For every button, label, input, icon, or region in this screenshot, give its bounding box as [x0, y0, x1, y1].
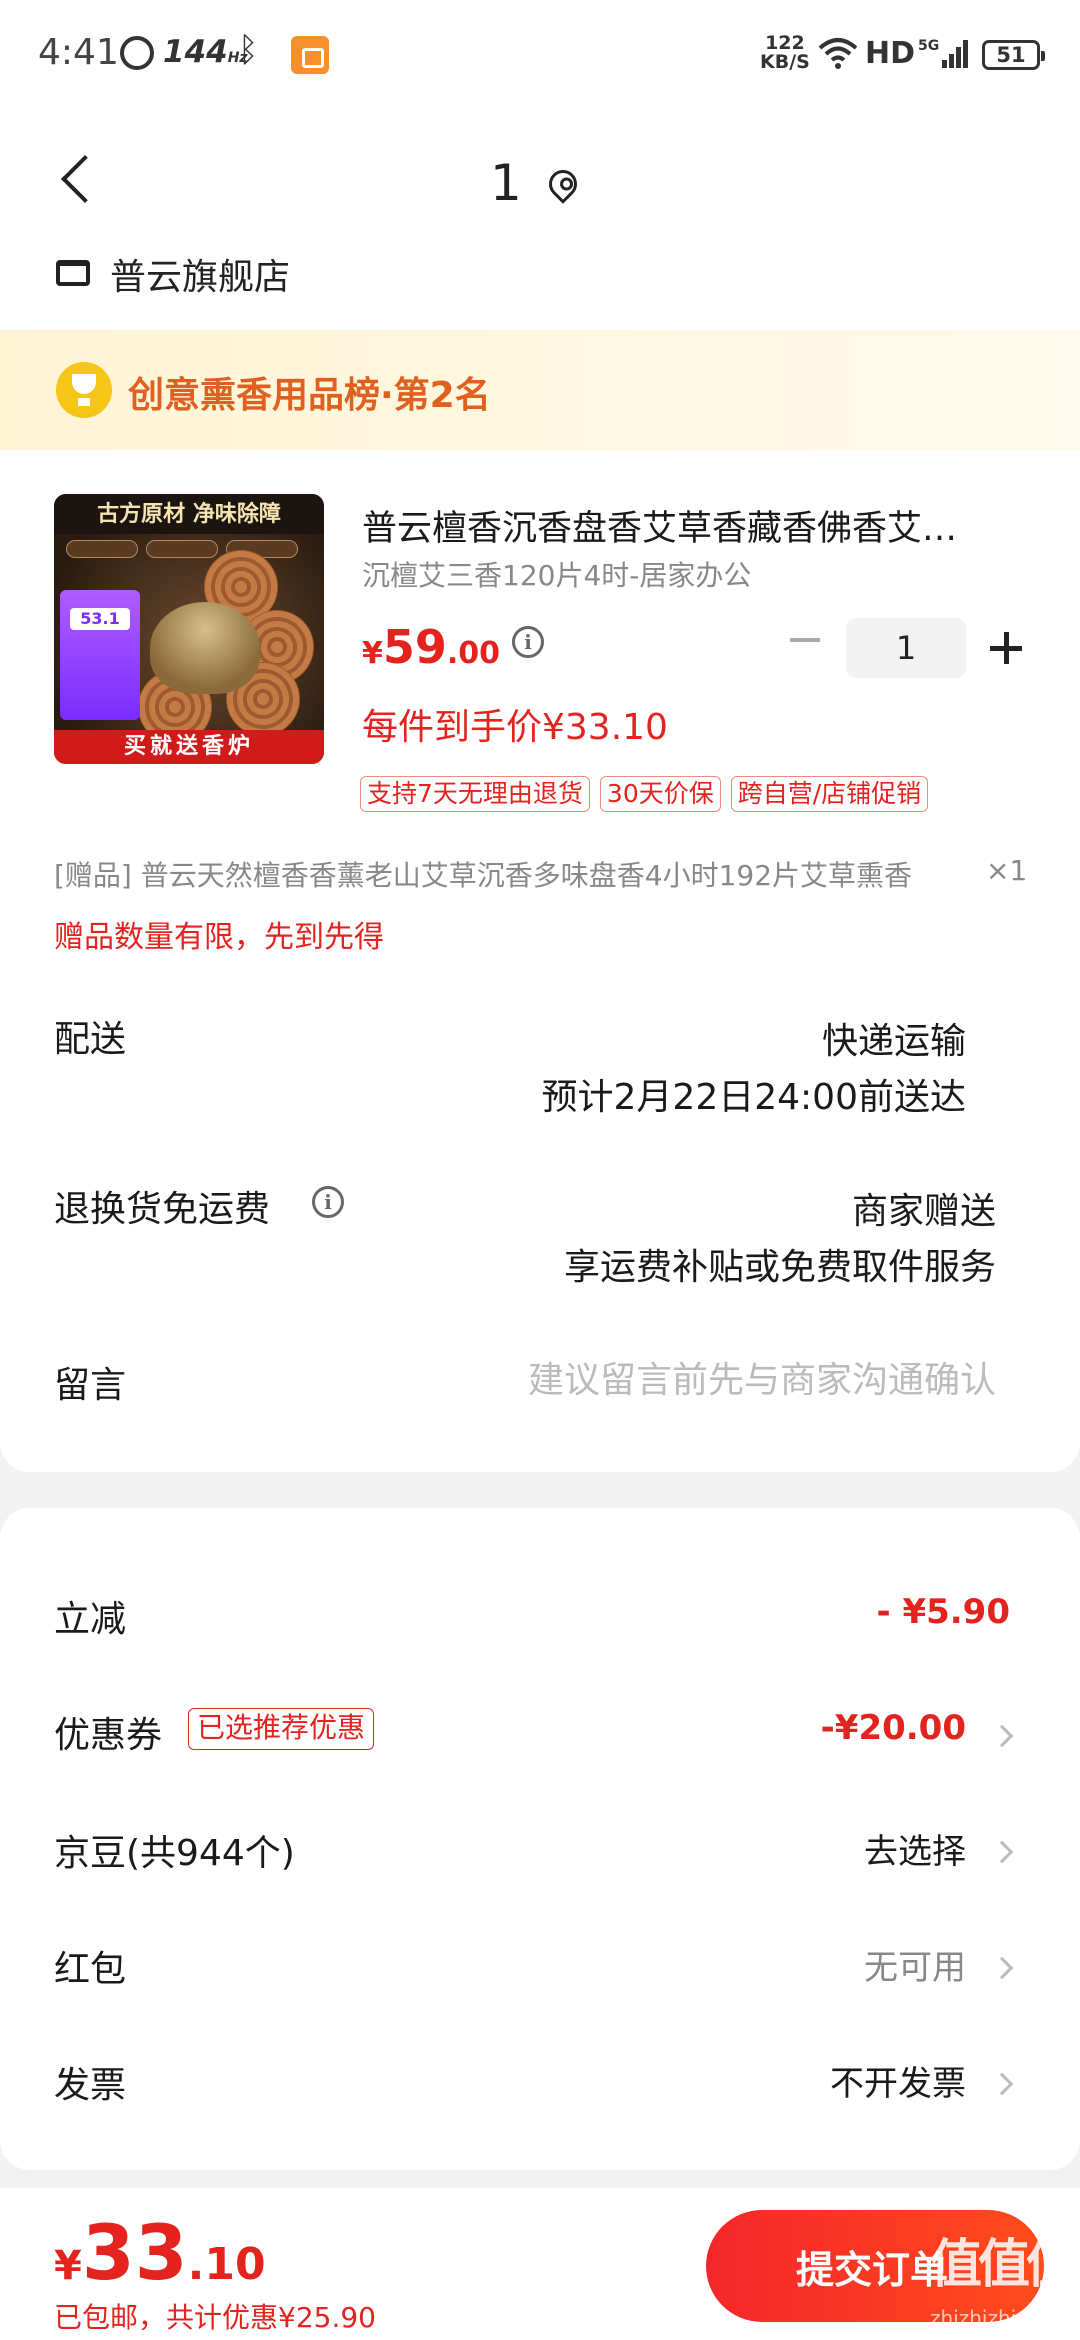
signal-icon: 5G [918, 38, 968, 68]
checkout-bar: ¥33.10 已包邮，共计优惠¥25.90 提交订单 [0, 2188, 1080, 2340]
instant-discount-label: 立减 [54, 1599, 127, 1640]
return-freight-value: 商家赠送 [851, 1191, 996, 1232]
price-decimal: .00 [446, 636, 501, 671]
address-selector[interactable]: 1 [490, 154, 522, 212]
chevron-right-icon[interactable] [990, 2072, 1014, 2096]
hd-indicator: HD [865, 36, 916, 71]
app-notification-icon [291, 36, 329, 74]
network-speed: 122 KB/S [760, 34, 810, 72]
return-freight-detail: 享运费补贴或免费取件服务 [563, 1247, 996, 1288]
trophy-icon [56, 362, 112, 418]
back-arrow-icon[interactable] [60, 154, 110, 204]
product-image-chips [66, 540, 312, 560]
instant-discount-value: - ¥5.90 [876, 1592, 1011, 1632]
total-savings: 已包邮，共计优惠¥25.90 [54, 2301, 376, 2334]
red-packet-value[interactable]: 无可用 [864, 1940, 966, 1989]
rank-text: 创意熏香用品榜·第2名 [128, 375, 491, 416]
message-label: 留言 [54, 1365, 127, 1406]
jd-beans-value[interactable]: 去选择 [864, 1824, 966, 1873]
total-price: ¥33.10 [54, 2208, 266, 2297]
total-decimal: .10 [187, 2239, 266, 2290]
order-card: 古方原材 净味除障 53.1 买就送香炉 普云檀香沉香盘香艾草香藏香佛香艾… 沉… [0, 450, 1080, 1472]
message-input[interactable] [376, 1350, 996, 1410]
status-bar: 4:41 144Hz ᛒ 122 KB/S HD 5G 51 [0, 0, 1080, 110]
alarm-icon [120, 36, 154, 70]
total-integer: 33 [81, 2208, 188, 2297]
shop-icon [56, 260, 90, 286]
quantity-input[interactable]: 1 [846, 618, 966, 678]
product-image-chip [66, 540, 138, 558]
battery-icon: 51 [982, 40, 1045, 70]
discounts-card: 立减 - ¥5.90 优惠券 已选推荐优惠 -¥20.00 京豆(共944个) … [0, 1508, 1080, 2170]
product-image-chip [146, 540, 218, 558]
rank-banner[interactable]: 创意熏香用品榜·第2名 [0, 330, 1080, 450]
network-type: 5G [918, 38, 939, 54]
service-tag[interactable]: 支持7天无理由退货 [360, 776, 590, 812]
service-tag[interactable]: 30天价保 [599, 776, 721, 812]
refresh-rate-value: 144 [163, 34, 228, 70]
status-time: 4:41 [38, 32, 119, 73]
jd-beans-label: 京豆(共944个) [54, 1833, 295, 1874]
watermark: 值值值 [930, 2235, 1078, 2295]
total-currency: ¥ [54, 2243, 82, 2289]
return-freight-label: 退换货免运费 [54, 1189, 271, 1230]
service-tag[interactable]: 跨自营/店铺促销 [730, 776, 929, 812]
delivery-method[interactable]: 快递运输 [822, 1012, 966, 1064]
return-freight-info-icon[interactable]: i [312, 1186, 344, 1218]
product-image[interactable]: 古方原材 净味除障 53.1 买就送香炉 [54, 494, 324, 764]
shop-name[interactable]: 普云旗舰店 [110, 248, 290, 300]
final-unit-price: 每件到手价¥33.10 [362, 707, 668, 748]
price-info-icon[interactable]: i [512, 626, 544, 658]
chevron-right-icon[interactable] [990, 1840, 1014, 1864]
price-currency: ¥ [362, 636, 383, 671]
invoice-label: 发票 [54, 2065, 127, 2106]
service-tags: 支持7天无理由退货 30天价保 跨自营/店铺促销 [360, 776, 938, 812]
product-image-banner: 买就送香炉 [54, 730, 324, 764]
gift-item[interactable]: [赠品] 普云天然檀香香薰老山艾草沉香多味盘香4小时192片艾草熏香 [54, 854, 984, 894]
product-image-promo: 53.1 [60, 590, 140, 720]
invoice-value[interactable]: 不开发票 [830, 2056, 966, 2105]
gift-quantity: ×1 [986, 854, 1028, 887]
coupon-label: 优惠券 [54, 1715, 163, 1756]
location-pin-icon[interactable] [543, 164, 583, 204]
product-title[interactable]: 普云檀香沉香盘香艾草香藏香佛香艾… [362, 500, 1016, 551]
chevron-right-icon[interactable] [990, 1956, 1014, 1980]
product-image-headline: 古方原材 净味除障 [54, 494, 324, 534]
promo-value: 53.1 [70, 608, 130, 630]
gift-note: 赠品数量有限，先到先得 [54, 920, 384, 955]
price-integer: 59 [382, 620, 447, 674]
delivery-eta[interactable]: 预计2月22日24:00前送达 [542, 1068, 966, 1120]
page-header: 1 普云旗舰店 [0, 110, 1080, 330]
watermark-url: zhizhizhi.com [930, 2306, 1066, 2330]
refresh-rate: 144Hz [163, 34, 248, 70]
chevron-right-icon[interactable] [990, 1724, 1014, 1748]
coupon-badge: 已选推荐优惠 [188, 1708, 375, 1750]
bluetooth-icon: ᛒ [238, 30, 259, 70]
product-spec[interactable]: 沉檀艾三香120片4时-居家办公 [362, 554, 751, 594]
red-packet-label: 红包 [54, 1949, 127, 1990]
coupon-value[interactable]: -¥20.00 [821, 1708, 966, 1748]
wifi-icon [818, 38, 858, 69]
quantity-minus-button[interactable] [790, 638, 820, 642]
product-price: ¥59.00 [362, 620, 500, 674]
quantity-plus-button[interactable] [990, 618, 1024, 678]
network-speed-unit: KB/S [760, 51, 810, 73]
delivery-label: 配送 [54, 1019, 127, 1060]
incense-burner [150, 602, 260, 694]
